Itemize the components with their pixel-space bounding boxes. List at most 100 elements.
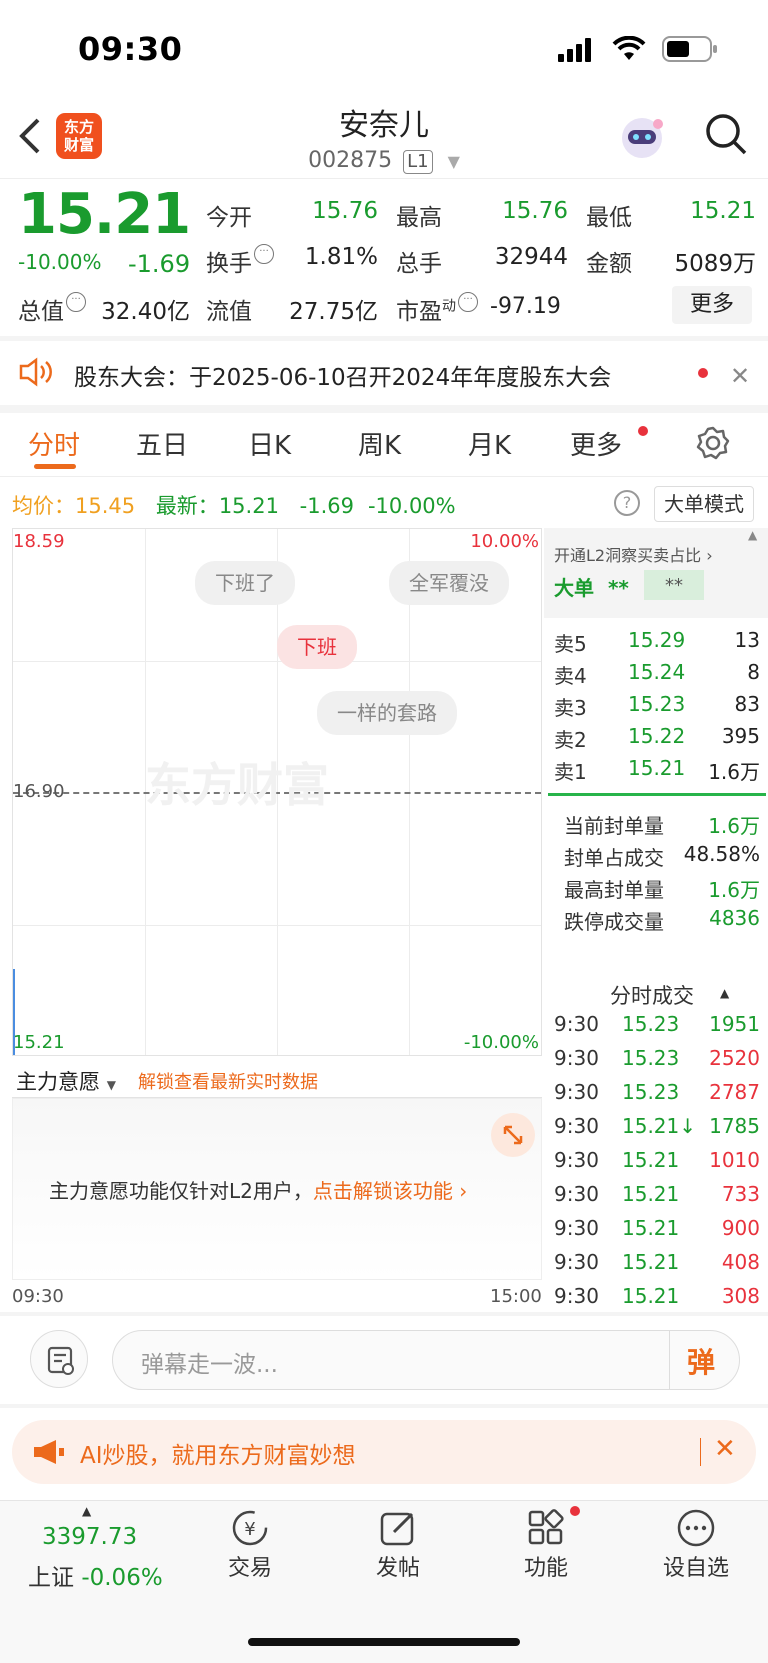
unlock-feature-link[interactable]: 点击解锁该功能 › <box>313 1179 467 1203</box>
orderbook-volume: 1.6万 <box>708 760 760 784</box>
main-force-message: 主力意愿功能仅针对L2用户，点击解锁该功能 › <box>49 1179 468 1203</box>
caret-up-icon: ▲ <box>82 1504 92 1518</box>
trade-time: 9:30 <box>554 1250 599 1274</box>
high-value: 15.76 <box>502 198 568 224</box>
index-value[interactable]: 3397.73 <box>42 1524 137 1550</box>
seal-stat-value: 48.58% <box>683 842 760 866</box>
tab-daily-k[interactable]: 日K <box>248 425 291 462</box>
danmu-input[interactable]: 弹幕走一波... 弹 <box>112 1330 740 1390</box>
settings-gear-icon[interactable] <box>696 426 730 464</box>
trade-volume: 2787 <box>709 1080 760 1104</box>
danmu-bubble: 下班 <box>277 625 357 669</box>
trade-price: 15.21 <box>622 1148 680 1172</box>
orderbook-volume: 83 <box>734 692 760 716</box>
megaphone-icon <box>32 1438 66 1470</box>
time-start: 09:30 <box>12 1286 64 1307</box>
trade-volume: 408 <box>721 1250 760 1274</box>
signal-icon <box>558 38 598 62</box>
l2-promo-panel[interactable]: 开通L2洞察买卖占比 › 大单 ** ** <box>544 528 768 618</box>
amount-value: 5089万 <box>674 251 756 277</box>
trades-title: 分时成交 <box>610 984 694 1008</box>
tab-monthly-k[interactable]: 月K <box>468 425 511 462</box>
tab-five-day[interactable]: 五日 <box>136 425 188 462</box>
search-icon[interactable] <box>704 112 748 160</box>
orderbook-volume: 13 <box>734 628 760 652</box>
wifi-icon <box>612 35 646 66</box>
comment-list-icon[interactable] <box>30 1330 88 1388</box>
danmu-placeholder: 弹幕走一波... <box>141 1352 278 1378</box>
trade-time: 9:30 <box>554 1284 599 1308</box>
danmu-send-button[interactable]: 弹 <box>687 1341 715 1381</box>
chevron-up-icon[interactable]: ▲ <box>748 528 757 542</box>
orderbook-price: 15.24 <box>628 660 686 684</box>
nav-add-watchlist[interactable]: 设自选 <box>636 1550 756 1582</box>
chart-mid-price: 16.90 <box>13 781 65 802</box>
orderbook-price: 15.29 <box>628 628 686 652</box>
float-cap-label: 流值 <box>206 299 252 325</box>
main-force-bar: 主力意愿 ▼ 解锁查看最新实时数据 <box>12 1060 542 1098</box>
big-order-mode-button[interactable]: 大单模式 <box>654 486 754 522</box>
chart-watermark: 东方财富 <box>145 758 329 812</box>
battery-icon <box>662 36 718 66</box>
tab-weekly-k[interactable]: 周K <box>358 425 401 462</box>
info-dots-icon[interactable]: ··· <box>66 292 86 312</box>
notice-text[interactable]: 股东大会：于2025-06-10召开2024年年度股东大会 <box>74 358 611 392</box>
trade-price: 15.21 <box>622 1182 680 1206</box>
trade-time: 9:30 <box>554 1046 599 1070</box>
price-line <box>13 969 15 1055</box>
help-icon[interactable]: ? <box>614 490 640 516</box>
more-button[interactable]: 更多 <box>672 286 752 324</box>
main-force-select[interactable]: 主力意愿 ▼ <box>16 1066 116 1096</box>
orderbook-label: 卖4 <box>554 664 587 688</box>
pe-label: 市盈动 ··· <box>396 292 478 326</box>
low-label: 最低 <box>586 205 632 231</box>
trade-price: 15.21 <box>622 1216 680 1240</box>
nav-trade[interactable]: 交易 <box>190 1550 310 1582</box>
index-ticker[interactable]: 上证 -0.06% <box>28 1558 163 1592</box>
info-dots-icon[interactable]: ··· <box>254 244 274 264</box>
tab-underline <box>34 464 76 469</box>
trade-time: 9:30 <box>554 1216 599 1240</box>
post-edit-icon <box>378 1508 418 1548</box>
orderbook-label: 卖3 <box>554 696 587 720</box>
big-order-label: 大单 ** <box>554 576 629 600</box>
caret-up-icon[interactable]: ▲ <box>720 986 729 1000</box>
tab-more-dot <box>638 426 648 436</box>
orderbook-label: 卖1 <box>554 760 587 784</box>
chart-top-percent: 10.00% <box>470 531 539 552</box>
seal-stat-label: 封单占成交 <box>564 846 664 870</box>
time-end: 15:00 <box>490 1286 542 1307</box>
tab-intraday[interactable]: 分时 <box>28 425 80 462</box>
trade-time: 9:30 <box>554 1012 599 1036</box>
l2-promo-text: 开通L2洞察买卖占比 › <box>554 546 713 565</box>
trade-time: 9:30 <box>554 1114 599 1138</box>
chart-bottom-price: 15.21 <box>13 1032 65 1053</box>
intraday-chart[interactable]: 东方财富 18.59 10.00% 16.90 15.21 -10.00% 下班… <box>12 528 542 1056</box>
tab-more[interactable]: 更多 <box>570 425 622 462</box>
change-percent: -10.00% <box>18 250 102 274</box>
trade-price: 15.23 <box>622 1080 680 1104</box>
trade-volume: 308 <box>721 1284 760 1308</box>
trade-volume: 1785 <box>709 1114 760 1138</box>
seal-stat-value: 1.6万 <box>708 878 760 902</box>
expand-icon[interactable] <box>491 1113 535 1157</box>
current-price: 15.21 <box>18 182 191 247</box>
nav-post[interactable]: 发帖 <box>338 1550 458 1582</box>
home-indicator <box>248 1638 520 1646</box>
main-force-locked-panel: 主力意愿功能仅针对L2用户，点击解锁该功能 › <box>12 1098 542 1280</box>
info-dots-icon[interactable]: ··· <box>458 292 478 312</box>
turnover-label: 换手 ··· <box>206 244 274 278</box>
close-icon[interactable]: ✕ <box>730 362 750 390</box>
nav-function[interactable]: 功能 <box>486 1550 606 1582</box>
svg-text:¥: ¥ <box>244 1519 255 1540</box>
orderbook-label: 卖5 <box>554 632 587 656</box>
level-badge: L1 <box>403 150 433 174</box>
ad-banner[interactable]: AI炒股，就用东方财富妙想 ✕ <box>12 1420 756 1484</box>
turnover-value: 1.81% <box>304 244 378 270</box>
trade-volume: 2520 <box>709 1046 760 1070</box>
close-icon[interactable]: ✕ <box>714 1434 736 1464</box>
robot-assistant-icon[interactable] <box>618 114 666 160</box>
float-cap-value: 27.75亿 <box>289 299 378 325</box>
unlock-link[interactable]: 解锁查看最新实时数据 <box>138 1068 318 1094</box>
seal-stat-label: 最高封单量 <box>564 878 664 902</box>
